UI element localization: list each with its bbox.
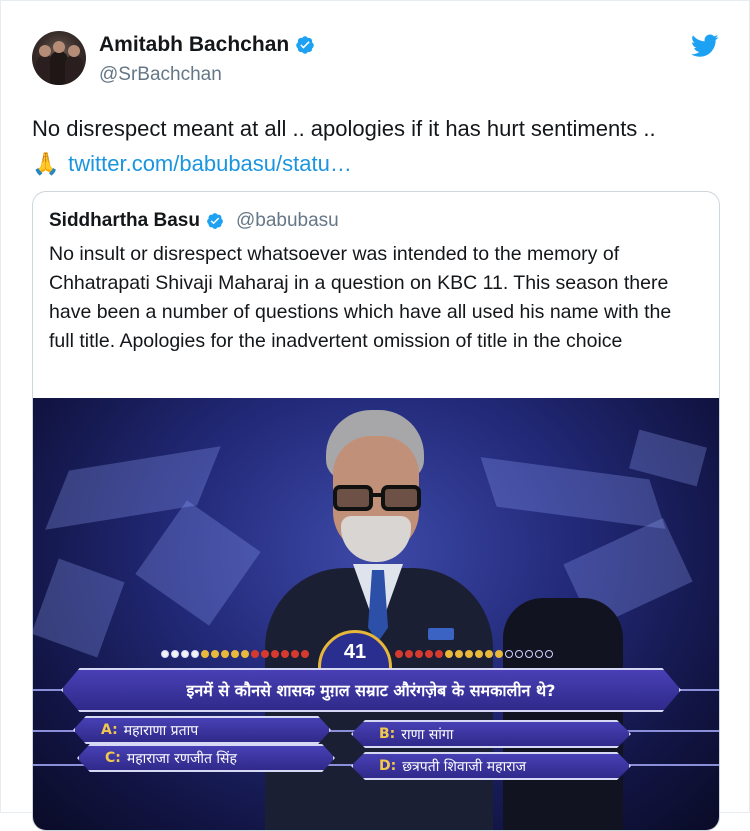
answer-option-a: A: महाराणा प्रताप [73,716,331,744]
quoted-tweet-text: No insult or disrespect whatsoever was i… [49,243,672,352]
tweet-text: No disrespect meant at all .. apologies … [32,111,732,181]
author-name[interactable]: Amitabh Bachchan [99,33,289,57]
host-chair [503,598,623,830]
author-name-row[interactable]: Amitabh Bachchan [99,33,315,57]
lifeline-dots-left [161,650,309,658]
twitter-bird-icon[interactable] [691,34,719,58]
verified-badge-icon [296,36,314,54]
quoted-tweet-header: Siddhartha Basu @babubasu [49,210,339,232]
question-panel: इनमें से कौनसे शासक मुग़ल सम्राट औरंगज़े… [61,668,681,712]
lifeline-dots-right [395,650,553,658]
kbc-screenshot-image[interactable]: 41 इनमें से कौनसे शासक मुग़ल सम्राट औरंग… [33,398,719,830]
tweet-card: Amitabh Bachchan @SrBachchan No disrespe… [0,0,750,831]
glasses-icon [333,485,421,511]
answer-option-b: B: राणा सांगा [351,720,631,748]
verified-badge-icon [207,213,223,229]
tweet-link[interactable]: twitter.com/babubasu/statu… [68,151,352,176]
answer-option-c: C: महाराजा रणजीत सिंह [77,744,335,772]
quoted-tweet[interactable]: Siddhartha Basu @babubasu No insult or d… [32,191,720,831]
quoted-author-name[interactable]: Siddhartha Basu [49,210,200,232]
tweet-body: No disrespect meant at all .. apologies … [32,116,656,141]
author-avatar[interactable] [32,31,86,85]
author-handle[interactable]: @SrBachchan [99,64,222,86]
answer-option-d: D: छत्रपती शिवाजी महाराज [351,752,631,780]
quoted-author-handle[interactable]: @babubasu [236,210,339,232]
folded-hands-emoji: 🙏 [32,151,60,176]
